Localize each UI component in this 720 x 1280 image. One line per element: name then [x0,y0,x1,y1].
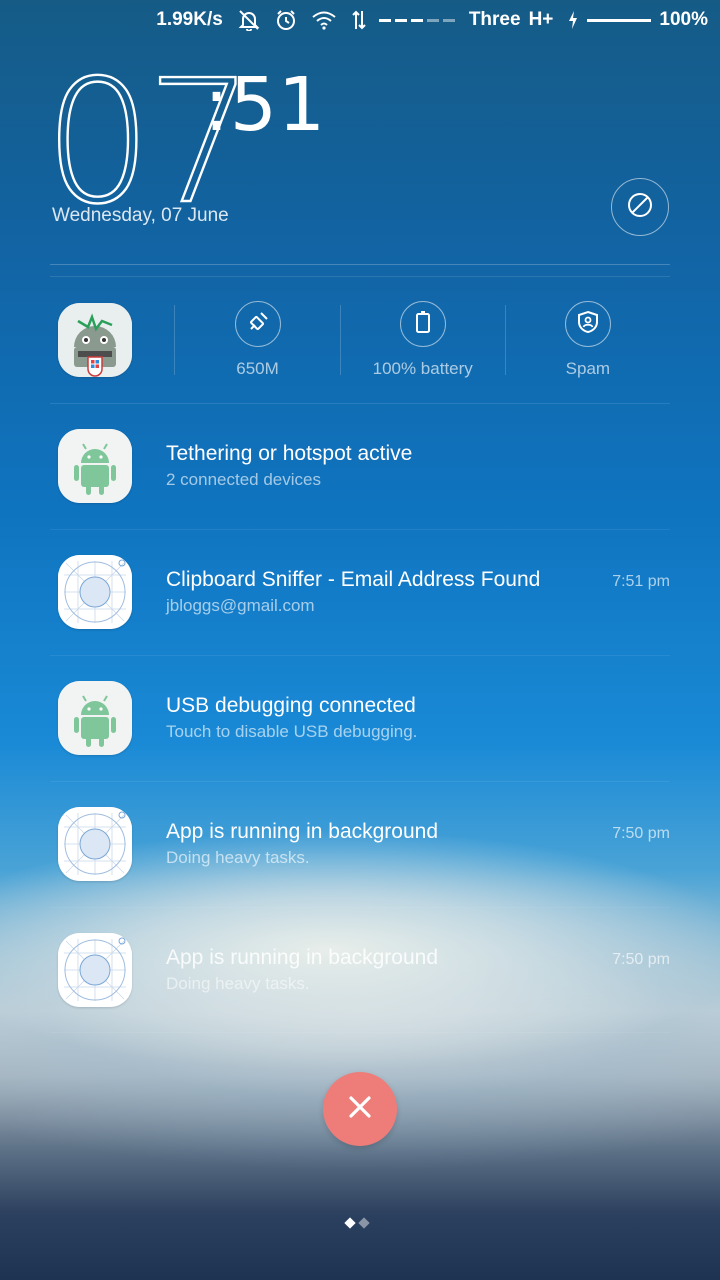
notification-time: 7:50 pm [612,825,670,842]
memory-label: 650M [236,359,279,378]
notification-title: App is running in background [166,946,439,969]
signal-icon [378,18,455,22]
notification-subtitle: Doing heavy tasks. [166,974,310,993]
data-arrows-icon [351,9,367,31]
charging-icon [567,10,579,30]
divider [50,276,670,277]
close-icon [347,1094,373,1125]
notification-subtitle: jbloggs@gmail.com [166,596,315,615]
battery-icon [587,18,652,22]
notification-time: 7:50 pm [612,951,670,968]
notification-subtitle: Doing heavy tasks. [166,848,310,867]
notification-time: 7:51 pm [612,573,670,590]
notification-subtitle: Touch to disable USB debugging. [166,722,418,741]
android-icon [58,429,132,503]
divider [50,264,670,265]
notification-item[interactable]: Clipboard Sniffer - Email Address Found … [50,529,670,655]
clock-minutes: :51 [204,62,327,148]
page-indicator [344,1217,370,1229]
notification-item[interactable]: App is running in background Doing heavy… [50,781,670,907]
lock-clock: 07 :51 [43,57,325,229]
shield-user-icon [577,310,599,339]
quick-toolbar: 650M 100% battery Spam [50,290,670,390]
wifi-icon [311,10,337,30]
notification-item[interactable]: Tethering or hotspot active 2 connected … [50,403,670,529]
block-icon [626,191,654,224]
alarm-icon [275,9,297,31]
placeholder-app-icon [58,807,132,881]
placeholder-app-icon [58,555,132,629]
muted-bell-icon [237,9,261,31]
do-not-disturb-button[interactable] [611,178,669,236]
network-type: H+ [528,9,554,30]
broom-icon [246,310,270,339]
date-label: Wednesday, 07 June [52,205,229,226]
placeholder-app-icon [58,933,132,1007]
notification-subtitle: 2 connected devices [166,470,321,489]
divider [50,1032,670,1033]
notification-title: App is running in background [166,820,439,843]
android-icon [58,681,132,755]
battery-icon [413,310,433,339]
clear-all-button[interactable] [323,1072,397,1146]
page-dot-active [344,1217,356,1229]
page-dot [358,1217,370,1229]
spam-button[interactable]: Spam [506,301,670,379]
notification-title: Clipboard Sniffer - Email Address Found [166,568,541,591]
spam-label: Spam [565,359,611,378]
network-speed: 1.99K/s [156,9,223,30]
battery-button[interactable]: 100% battery [341,301,505,379]
cleaner-button[interactable]: 650M [175,301,339,379]
carrier-name: Three [468,9,521,30]
battery-label: 100% battery [372,359,473,378]
security-app-icon[interactable] [58,303,132,377]
notification-item[interactable]: App is running in background Doing heavy… [50,907,670,1033]
notification-title: Tethering or hotspot active [166,442,413,465]
status-bar: 1.99K/s Three H+ 100% [0,0,720,40]
battery-percent: 100% [659,9,708,30]
notification-item[interactable]: USB debugging connected Touch to disable… [50,655,670,781]
notification-title: USB debugging connected [166,694,416,717]
